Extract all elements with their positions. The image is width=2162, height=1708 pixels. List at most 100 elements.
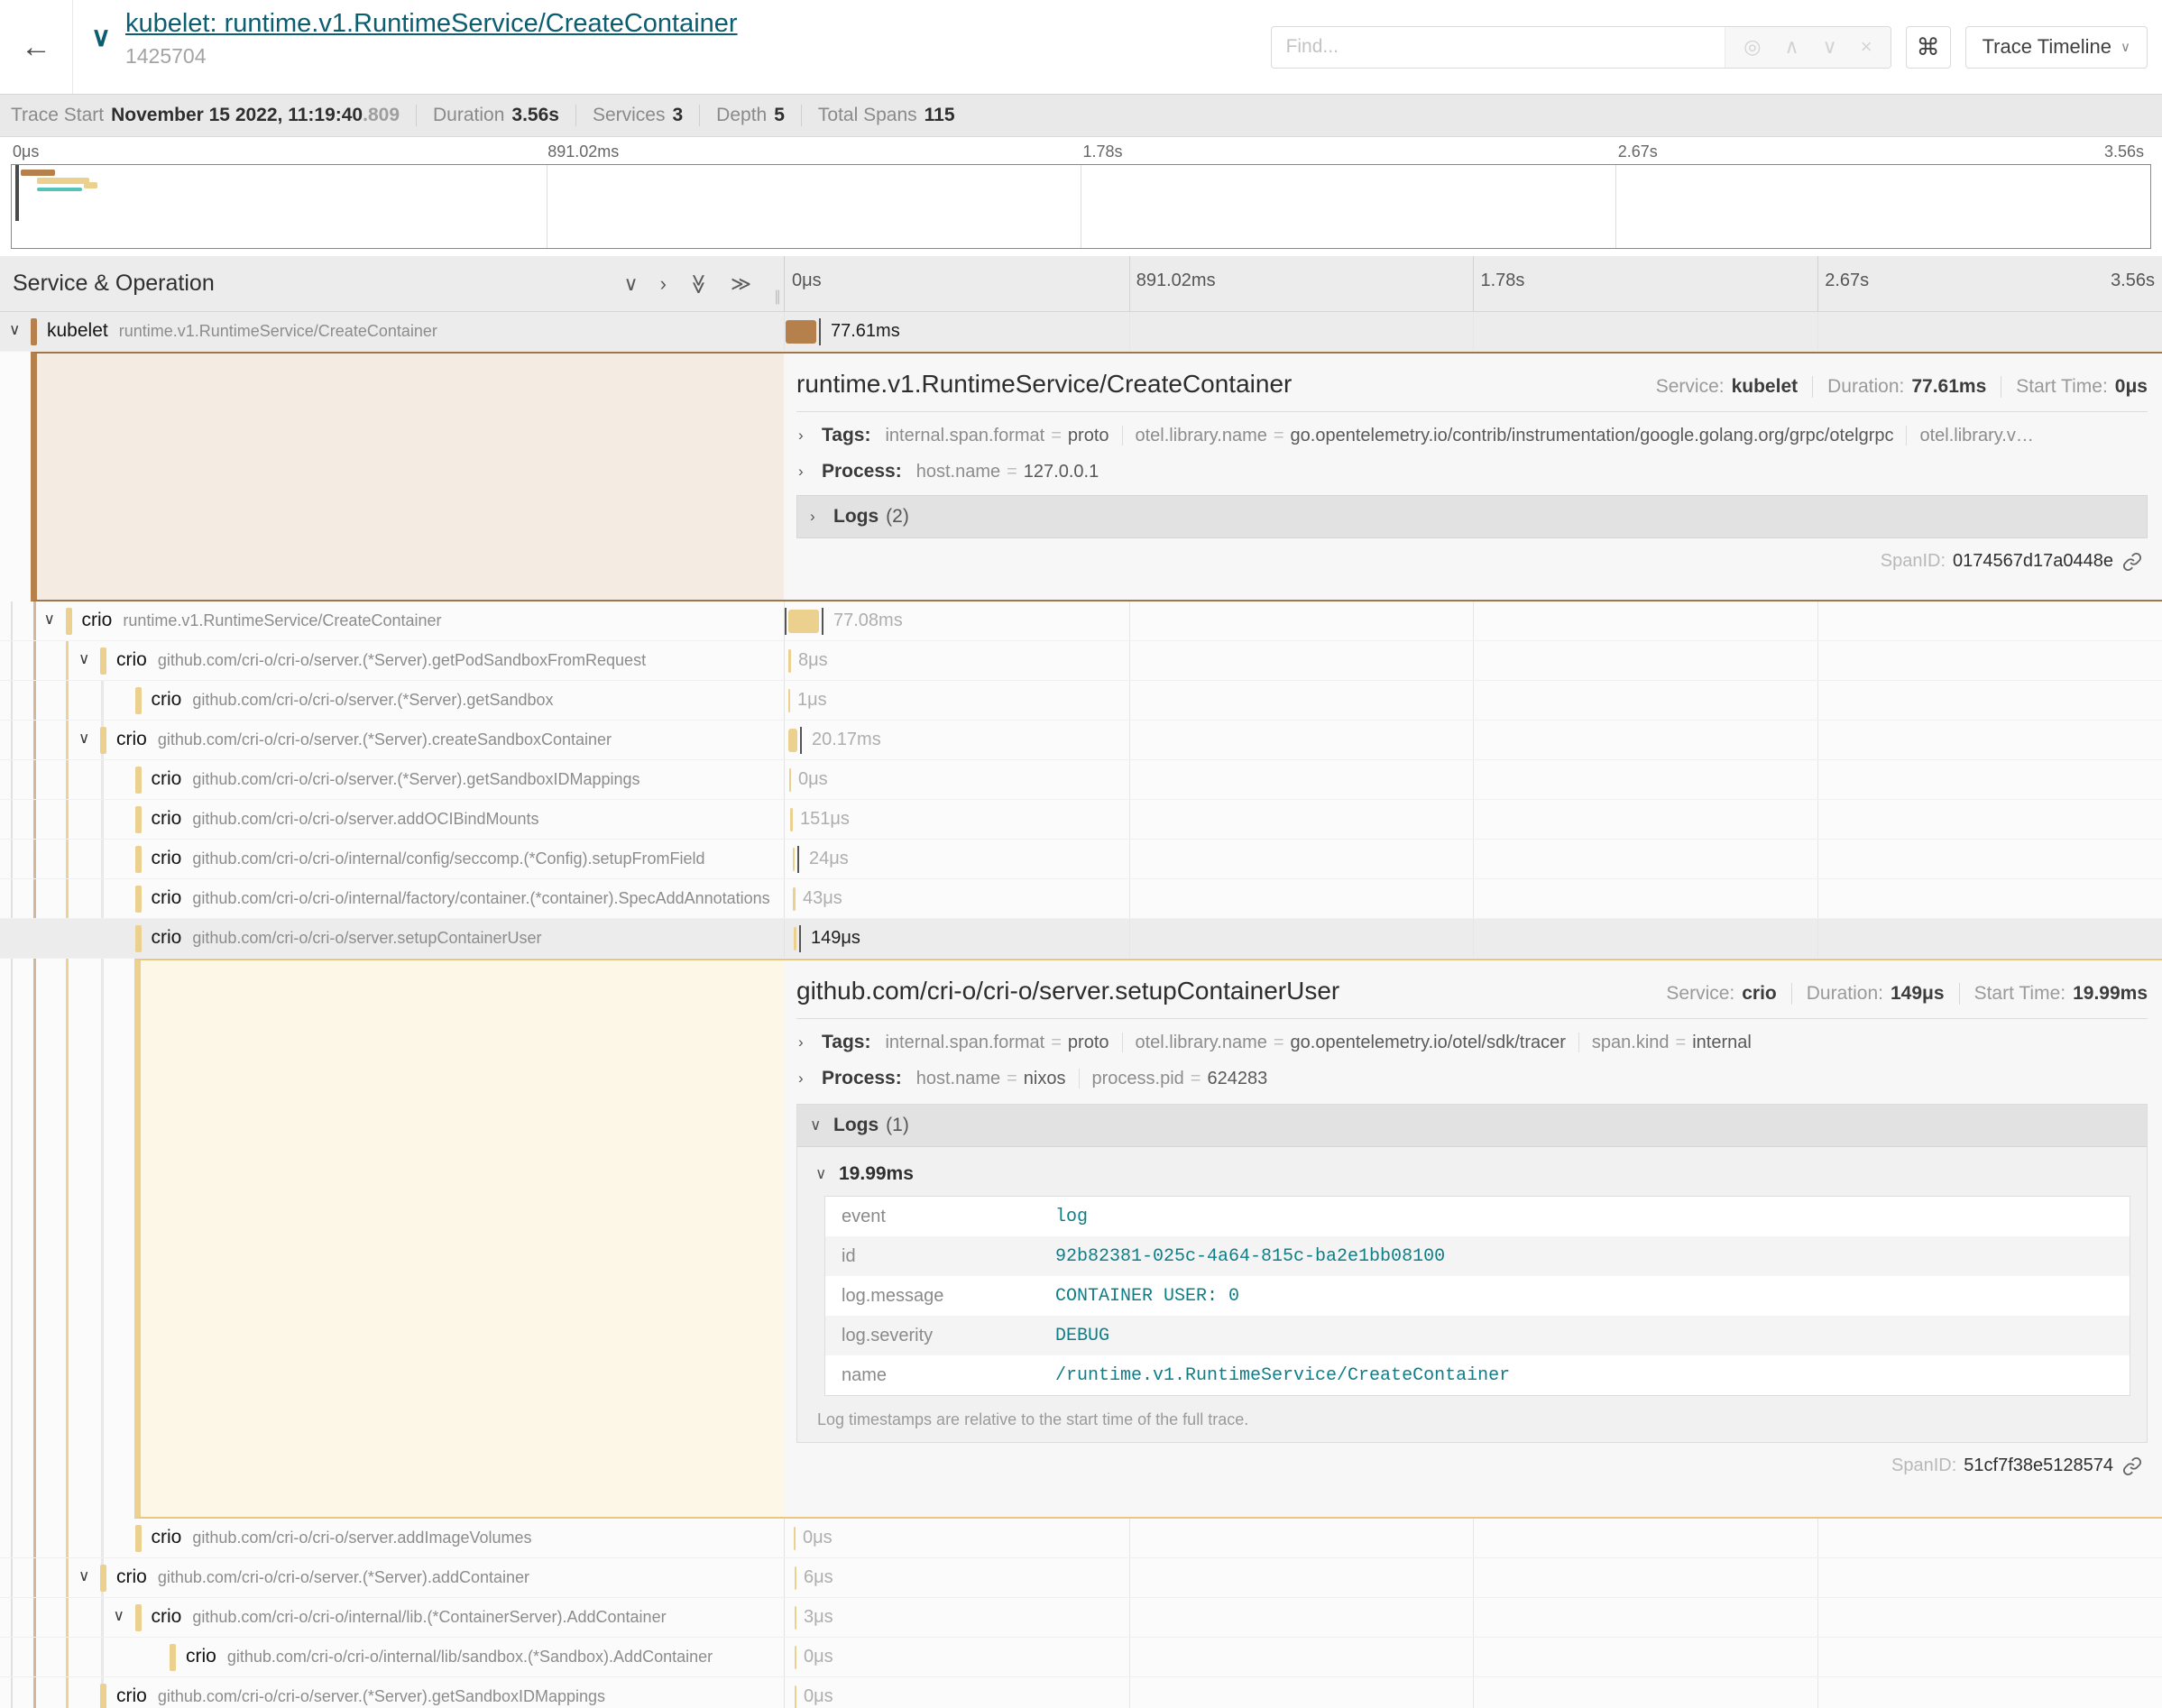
keyboard-shortcuts-button[interactable]: ⌘ [1906, 26, 1951, 69]
logs-accordion[interactable]: › Logs (2) [796, 495, 2148, 538]
span-timeline-cell[interactable]: 0μs [784, 1519, 2162, 1557]
span-timeline-cell[interactable]: 6μs [784, 1558, 2162, 1597]
span-name-cell[interactable]: criogithub.com/cri-o/cri-o/server.(*Serv… [0, 760, 784, 799]
log-entry-accordion[interactable]: ∨ 19.99ms [814, 1160, 2130, 1196]
chevron-down-icon[interactable]: ∨ [9, 321, 20, 339]
span-timeline-cell[interactable]: 20.17ms [784, 721, 2162, 759]
back-arrow-icon[interactable]: ← [21, 30, 51, 65]
service-name[interactable]: criogithub.com/cri-o/cri-o/internal/conf… [152, 848, 705, 869]
minimap-canvas[interactable] [11, 164, 2151, 249]
span-duration-bar[interactable] [793, 887, 796, 911]
span-name-cell[interactable]: criogithub.com/cri-o/cri-o/server.addIma… [0, 1519, 784, 1557]
span-name-cell[interactable]: ∨ criogithub.com/cri-o/cri-o/server.(*Ser… [0, 641, 784, 680]
span-duration-label: 0μs [803, 1528, 833, 1548]
chevron-down-icon[interactable]: ∨ [78, 1567, 89, 1585]
tag-pair: span.kind=internal [1566, 1033, 1752, 1053]
span-name-cell[interactable]: criogithub.com/cri-o/cri-o/internal/lib/… [0, 1638, 784, 1676]
span-name-cell[interactable]: criogithub.com/cri-o/cri-o/server.addOCI… [0, 800, 784, 839]
find-input[interactable] [1272, 27, 1725, 68]
collapse-all-icon[interactable]: ≫ [686, 273, 710, 294]
service-name[interactable]: kubeletruntime.v1.RuntimeService/CreateC… [47, 320, 437, 342]
span-name-cell[interactable]: criogithub.com/cri-o/cri-o/server.(*Serv… [0, 681, 784, 720]
clear-icon[interactable]: × [1861, 35, 1872, 59]
span-duration-label: 149μs [811, 928, 860, 949]
service-name[interactable]: criogithub.com/cri-o/cri-o/server.(*Serv… [152, 689, 554, 711]
column-resize-handle[interactable]: ∥ [774, 288, 782, 306]
link-icon[interactable] [2122, 552, 2142, 572]
collapse-one-icon[interactable]: ∨ [624, 272, 639, 296]
tags-accordion[interactable]: › Tags: internal.span.format=protootel.l… [796, 1021, 2148, 1057]
service-name[interactable]: criogithub.com/cri-o/cri-o/server.(*Serv… [152, 768, 640, 790]
back-button[interactable]: ← [0, 0, 73, 94]
span-name-cell[interactable]: criogithub.com/cri-o/cri-o/internal/fact… [0, 879, 784, 918]
span-duration-bar[interactable] [789, 768, 791, 792]
span-duration-bar[interactable] [786, 320, 816, 344]
span-name-cell[interactable]: ∨ criogithub.com/cri-o/cri-o/internal/lib… [0, 1598, 784, 1637]
expand-one-icon[interactable]: › [660, 272, 667, 296]
span-timeline-cell[interactable]: 0μs [784, 1677, 2162, 1708]
span-duration-bar[interactable] [795, 1606, 796, 1630]
tags-accordion[interactable]: › Tags: internal.span.format=protootel.l… [796, 414, 2148, 450]
process-accordion[interactable]: › Process: host.name=nixosprocess.pid=62… [796, 1057, 2148, 1093]
span-timeline-cell[interactable]: 151μs [784, 800, 2162, 839]
span-duration-bar[interactable] [793, 848, 795, 871]
service-name[interactable]: criogithub.com/cri-o/cri-o/server.(*Serv… [116, 729, 612, 750]
span-duration-bar[interactable] [794, 927, 796, 950]
collapse-header-chevron-icon[interactable]: ∨ [91, 22, 111, 53]
process-accordion[interactable]: › Process: host.name=127.0.0.1 [796, 450, 2148, 486]
span-duration-bar[interactable] [790, 808, 793, 831]
service-name[interactable]: criogithub.com/cri-o/cri-o/server.setupC… [152, 927, 542, 949]
span-duration-label: 8μs [798, 650, 828, 671]
chevron-up-icon[interactable]: ∧ [1784, 35, 1799, 59]
span-timeline-cell[interactable]: 0μs [784, 760, 2162, 799]
span-detail-heading: runtime.v1.RuntimeService/CreateContaine… [796, 370, 1656, 399]
span-name-cell[interactable]: criogithub.com/cri-o/cri-o/internal/conf… [0, 840, 784, 878]
span-name-cell[interactable]: ∨ crioruntime.v1.RuntimeService/CreateCon… [0, 601, 784, 640]
locate-icon[interactable]: ◎ [1743, 35, 1761, 59]
service-name[interactable]: criogithub.com/cri-o/cri-o/server.(*Serv… [116, 649, 646, 671]
trace-title-link[interactable]: kubelet: runtime.v1.RuntimeService/Creat… [125, 9, 738, 39]
chevron-down-icon[interactable]: ∨ [78, 650, 89, 668]
expand-all-icon[interactable]: ≫ [731, 272, 751, 296]
span-timeline-cell[interactable]: 77.08ms [784, 601, 2162, 640]
service-name[interactable]: criogithub.com/cri-o/cri-o/server.(*Serv… [116, 1685, 605, 1707]
span-duration-bar[interactable] [788, 729, 797, 752]
span-timeline-cell[interactable]: 24μs [784, 840, 2162, 878]
chevron-down-icon[interactable]: ∨ [44, 611, 55, 629]
span-duration-bar[interactable] [795, 1566, 796, 1590]
span-duration-bar[interactable] [788, 689, 790, 712]
log-field-row: eventlog [825, 1197, 2130, 1236]
service-name[interactable]: criogithub.com/cri-o/cri-o/server.addIma… [152, 1527, 532, 1548]
span-name-cell[interactable]: criogithub.com/cri-o/cri-o/server.setupC… [0, 919, 784, 958]
span-name-cell[interactable]: criogithub.com/cri-o/cri-o/server.(*Serv… [0, 1677, 784, 1708]
logs-accordion[interactable]: ∨ Logs (1) [797, 1105, 2147, 1147]
service-name[interactable]: criogithub.com/cri-o/cri-o/server.(*Serv… [116, 1566, 529, 1588]
span-timeline-cell[interactable]: 1μs [784, 681, 2162, 720]
span-name-cell[interactable]: ∨ kubeletruntime.v1.RuntimeService/Create… [0, 312, 784, 351]
span-name-cell[interactable]: ∨ criogithub.com/cri-o/cri-o/server.(*Ser… [0, 721, 784, 759]
minimap-scrubber-handle[interactable] [15, 165, 19, 221]
chevron-down-icon[interactable]: ∨ [114, 1607, 124, 1625]
chevron-down-icon[interactable]: ∨ [78, 730, 89, 748]
view-selector-button[interactable]: Trace Timeline ∨ [1965, 26, 2148, 69]
span-timeline-cell[interactable]: 77.61ms [784, 312, 2162, 351]
service-name[interactable]: criogithub.com/cri-o/cri-o/internal/lib.… [152, 1606, 667, 1628]
tag-pair: internal.span.format=proto [885, 1033, 1109, 1053]
span-duration-bar[interactable] [795, 1646, 796, 1669]
span-timeline-cell[interactable]: 0μs [784, 1638, 2162, 1676]
span-timeline-cell[interactable]: 3μs [784, 1598, 2162, 1637]
service-name[interactable]: crioruntime.v1.RuntimeService/CreateCont… [82, 610, 442, 631]
span-duration-bar[interactable] [788, 649, 791, 673]
chevron-down-icon[interactable]: ∨ [1823, 35, 1837, 59]
service-name[interactable]: criogithub.com/cri-o/cri-o/internal/fact… [152, 887, 770, 909]
span-duration-bar[interactable] [795, 1685, 796, 1708]
link-icon[interactable] [2122, 1456, 2142, 1476]
span-timeline-cell[interactable]: 43μs [784, 879, 2162, 918]
span-duration-bar[interactable] [794, 1527, 796, 1550]
span-duration-bar[interactable] [788, 610, 819, 633]
span-timeline-cell[interactable]: 149μs [784, 919, 2162, 958]
span-name-cell[interactable]: ∨ criogithub.com/cri-o/cri-o/server.(*Ser… [0, 1558, 784, 1597]
span-timeline-cell[interactable]: 8μs [784, 641, 2162, 680]
service-name[interactable]: criogithub.com/cri-o/cri-o/internal/lib/… [186, 1646, 713, 1667]
service-name[interactable]: criogithub.com/cri-o/cri-o/server.addOCI… [152, 808, 539, 830]
